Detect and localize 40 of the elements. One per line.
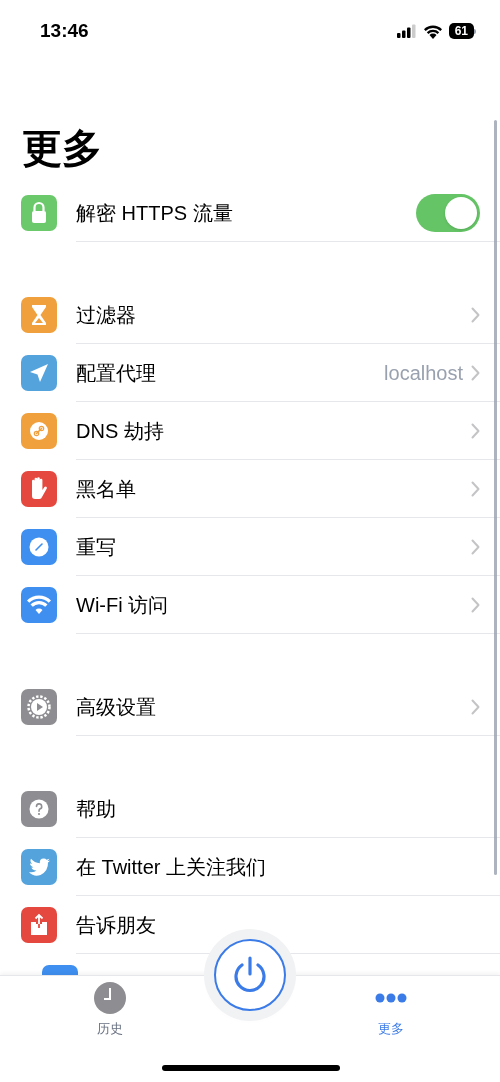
row-label: 在 Twitter 上关注我们: [76, 854, 266, 880]
page-title: 更多: [22, 125, 103, 171]
setting-row[interactable]: 解密 HTTPS 流量: [0, 184, 500, 242]
menu-item[interactable]: 黑名单: [0, 460, 500, 518]
tab-item[interactable]: 历史: [70, 981, 150, 1039]
row-label: Wi-Fi 访问: [76, 592, 169, 618]
menu-item[interactable]: 重写: [0, 518, 500, 576]
wifi-icon: [422, 23, 443, 39]
clock-icon: [93, 981, 127, 1015]
row-label: 告诉朋友: [76, 912, 156, 938]
menu-item[interactable]: 配置代理 localhost: [0, 344, 500, 402]
menu-item[interactable]: 在 Twitter 上关注我们: [0, 838, 500, 896]
row-value: localhost: [384, 360, 463, 386]
row-label: DNS 劫持: [76, 418, 164, 444]
status-time: 13:46: [40, 18, 89, 43]
more-icon: [374, 993, 408, 1003]
row-label: 帮助: [76, 796, 116, 822]
row-label: 配置代理: [76, 360, 156, 386]
row-label: 过滤器: [76, 302, 136, 328]
row-label: 高级设置: [76, 694, 156, 720]
chevron-icon: [471, 306, 480, 323]
menu-item[interactable]: 帮助: [0, 780, 500, 838]
menu-item[interactable]: 过滤器: [0, 286, 500, 344]
chevron-icon: [471, 364, 480, 381]
tab-item[interactable]: 更多: [351, 981, 431, 1039]
menu-item[interactable]: Wi-Fi 访问: [0, 576, 500, 634]
power-icon: [232, 956, 268, 994]
signal-icon: [396, 24, 417, 38]
menu-item[interactable]: 高级设置: [0, 678, 500, 736]
chevron-icon: [471, 698, 480, 715]
chevron-icon: [471, 596, 480, 613]
row-label: 黑名单: [76, 476, 136, 502]
menu-item[interactable]: DNS 劫持: [0, 402, 500, 460]
row-label: 重写: [76, 534, 116, 560]
chevron-icon: [471, 480, 480, 497]
chevron-icon: [471, 422, 480, 439]
battery-icon: 61: [448, 23, 476, 39]
toggle-switch[interactable]: [416, 193, 480, 232]
chevron-icon: [471, 538, 480, 555]
row-label: 解密 HTTPS 流量: [76, 200, 233, 226]
